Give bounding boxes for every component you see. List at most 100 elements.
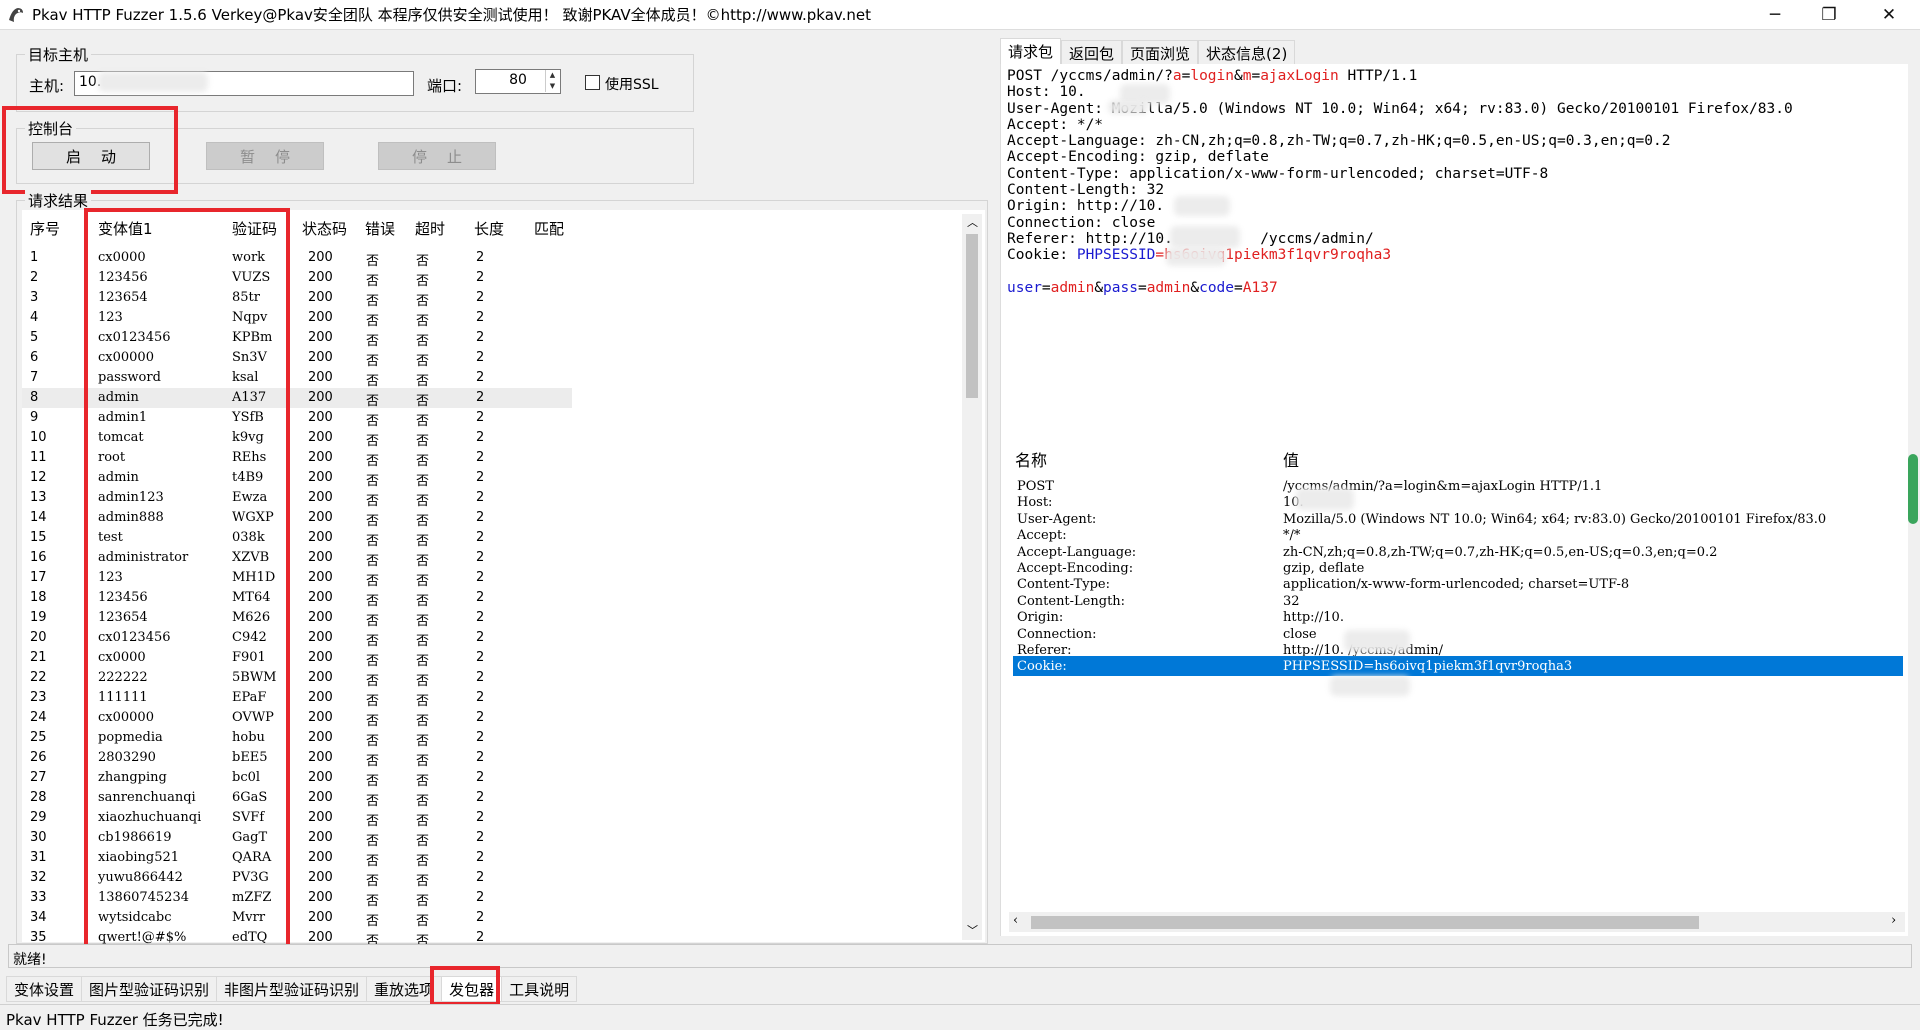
- col-header-index[interactable]: 序号: [30, 218, 60, 239]
- row-variant: admin1: [98, 410, 148, 425]
- table-row[interactable]: 22 222222 5BWM 200 否否 2: [22, 668, 572, 689]
- table-row[interactable]: 23 111111 EPaF 200 否 否 2: [22, 688, 572, 709]
- col-header-name[interactable]: 名称: [1015, 447, 1047, 471]
- stop-button[interactable]: 停止: [378, 142, 496, 170]
- table-row[interactable]: 28 sanrenchuanqi 6GaS 200 否 否 2: [22, 788, 572, 809]
- header-table-hscrollbar[interactable]: ‹ ›: [1009, 912, 1905, 932]
- table-row[interactable]: 27 zhangping bc0l 200 否 否 2: [22, 768, 572, 789]
- tab-sender[interactable]: 发包器: [441, 976, 503, 1002]
- row-length: 2: [476, 750, 485, 765]
- col-header-variant[interactable]: 变体值1: [98, 218, 153, 239]
- row-variant: yuwu866442: [98, 870, 183, 885]
- col-header-timeout[interactable]: 超时: [415, 218, 445, 239]
- header-row[interactable]: Cookie: PHPSESSID=hs6oivq1piekm3f1qvr9roq…: [1013, 656, 1903, 677]
- row-index: 26: [30, 750, 47, 765]
- restore-button[interactable]: ❐: [1800, 0, 1858, 30]
- table-row[interactable]: 29 xiaozhuchuanqi SVFf 200 否 否 2: [22, 808, 572, 829]
- table-row[interactable]: 17 123 MH1D 200 否 否 2: [22, 568, 572, 589]
- col-header-status[interactable]: 状态码: [302, 218, 347, 239]
- row-captcha: ksal: [232, 370, 259, 385]
- pause-button[interactable]: 暂停: [206, 142, 324, 170]
- minimize-button[interactable]: ─: [1746, 0, 1804, 30]
- table-row[interactable]: 34 wytsidcabc Mvrr 200 否 否 2: [22, 908, 572, 929]
- row-variant: cb1986619: [98, 830, 172, 845]
- ssl-checkbox[interactable]: [585, 75, 600, 90]
- results-scroll-thumb[interactable]: [966, 234, 978, 398]
- header-table[interactable]: 名称 值 POST/yccms/admin/?a=login&m=ajaxLog…: [1000, 434, 1908, 936]
- table-row[interactable]: 25 popmedia hobu 200 否 否 2: [22, 728, 572, 749]
- table-row[interactable]: 19 123654 M626 200 否 否 2: [22, 608, 572, 629]
- row-length: 2: [476, 650, 485, 665]
- row-status: 200: [308, 590, 333, 605]
- side-gripper-icon[interactable]: [1908, 454, 1918, 524]
- table-row[interactable]: 13 admin123 Ewza 200 否 否 2: [22, 488, 572, 509]
- tab-replay-options[interactable]: 重放选项: [366, 976, 443, 1002]
- tab-status-info[interactable]: 状态信息(2): [1198, 40, 1296, 64]
- row-timeout: 否: [416, 374, 429, 389]
- col-header-match[interactable]: 匹配: [534, 218, 564, 239]
- table-row[interactable]: 10 tomcat k9vg 200 否 否 2: [22, 428, 572, 449]
- table-row[interactable]: 2 123456 VUZS 200 否 否 2: [22, 268, 572, 289]
- port-stepper[interactable]: 80 ▲ ▼: [475, 69, 561, 94]
- table-row[interactable]: 30 cb1986619 GagT 200 否 否 2: [22, 828, 572, 849]
- table-row[interactable]: 15 test 038k 200 否 否 2: [22, 528, 572, 549]
- tab-page-view[interactable]: 页面浏览: [1122, 40, 1199, 64]
- req-referer: Referer: http://10.: [1007, 230, 1173, 247]
- table-row[interactable]: 11 root REhs 200 否 否 2: [22, 448, 572, 469]
- header-value: PHPSESSID=hs6oivq1piekm3f1qvr9roqha3: [1283, 659, 1573, 675]
- col-header-length[interactable]: 长度: [474, 218, 504, 239]
- table-row[interactable]: 1 cx0000 work 200 否 否 2: [22, 248, 572, 269]
- results-scrollbar[interactable]: ︿ ﹀: [962, 214, 982, 940]
- row-status: 200: [308, 850, 333, 865]
- col-header-captcha[interactable]: 验证码: [232, 218, 277, 239]
- row-error: 否: [366, 314, 379, 329]
- table-row[interactable]: 21 cx0000 F901 200 否 否 2: [22, 648, 572, 669]
- close-button[interactable]: ✕: [1860, 0, 1918, 30]
- tab-tool-help[interactable]: 工具说明: [501, 976, 578, 1002]
- row-variant: cx0000: [98, 250, 146, 265]
- table-row[interactable]: 32 yuwu866442 PV3G 200 否 否 2: [22, 868, 572, 889]
- start-button[interactable]: 启动: [32, 142, 150, 170]
- row-timeout: 否: [416, 694, 429, 709]
- spin-arrows-icon[interactable]: ▲ ▼: [545, 70, 559, 92]
- table-row[interactable]: 5 cx0123456 KPBm 200 否 否 2: [22, 328, 572, 349]
- table-row[interactable]: 24 cx00000 OVWP 200 否 否 2: [22, 708, 572, 729]
- tab-variant-settings[interactable]: 变体设置: [6, 976, 83, 1002]
- raw-request-editor[interactable]: POST /yccms/admin/?a=login&m=ajaxLogin H…: [1000, 64, 1908, 434]
- table-row[interactable]: 16 administrator XZVB 200 否 否 2: [22, 548, 572, 569]
- row-timeout: 否: [416, 314, 429, 329]
- table-row[interactable]: 7 password ksal 200 否 否 2: [22, 368, 572, 389]
- table-row[interactable]: 33 13860745234 mZFZ 200 否 否 2: [22, 888, 572, 909]
- results-list[interactable]: 序号 变体值1 验证码 状态码 错误 超时 长度 匹配 1 cx0000 work 2…: [22, 210, 985, 949]
- scroll-left-icon[interactable]: ‹: [1013, 913, 1018, 928]
- table-row[interactable]: 3 123654 85tr 200 否 否 2: [22, 288, 572, 309]
- table-row[interactable]: 20 cx0123456 C942 200 否 否 2: [22, 628, 572, 649]
- tab-non-image-captcha[interactable]: 非图片型验证码识别: [216, 976, 368, 1002]
- redaction-blur: [1170, 226, 1240, 248]
- row-error: 否: [366, 534, 379, 549]
- table-row[interactable]: 9 admin1 YSfB 200 否 否 2: [22, 408, 572, 429]
- tab-image-captcha[interactable]: 图片型验证码识别: [81, 976, 218, 1002]
- table-row[interactable]: 14 admin888 WGXP 200 否 否 2: [22, 508, 572, 529]
- table-row[interactable]: 6 cx00000 Sn3V 200 否 否 2: [22, 348, 572, 369]
- row-variant: zhangping: [98, 770, 167, 785]
- table-row[interactable]: 8 admin A137 200 否 否 2: [22, 388, 572, 409]
- row-length: 2: [476, 590, 485, 605]
- row-status: 200: [308, 810, 333, 825]
- table-row[interactable]: 26 2803290 bEE5 200 否 否 2: [22, 748, 572, 769]
- col-header-value[interactable]: 值: [1283, 447, 1299, 471]
- scroll-up-icon[interactable]: ︿: [967, 214, 978, 230]
- tab-response[interactable]: 返回包: [1061, 40, 1123, 64]
- table-row[interactable]: 4 123 Nqpv 200 否 否 2: [22, 308, 572, 329]
- scroll-right-icon[interactable]: ›: [1891, 913, 1896, 928]
- table-row[interactable]: 12 admin t4B9 200 否 否 2: [22, 468, 572, 489]
- col-header-error[interactable]: 错误: [365, 218, 395, 239]
- table-row[interactable]: 18 123456 MT64 200 否 否 2: [22, 588, 572, 609]
- row-error: 否: [366, 774, 379, 789]
- table-row[interactable]: 31 xiaobing521 QARA 200 否 否 2: [22, 848, 572, 869]
- scroll-down-icon[interactable]: ﹀: [967, 922, 978, 938]
- row-variant: password: [98, 370, 161, 385]
- row-timeout: 否: [416, 774, 429, 789]
- tab-request[interactable]: 请求包: [1000, 38, 1062, 64]
- header-table-scroll-thumb[interactable]: [1031, 916, 1699, 929]
